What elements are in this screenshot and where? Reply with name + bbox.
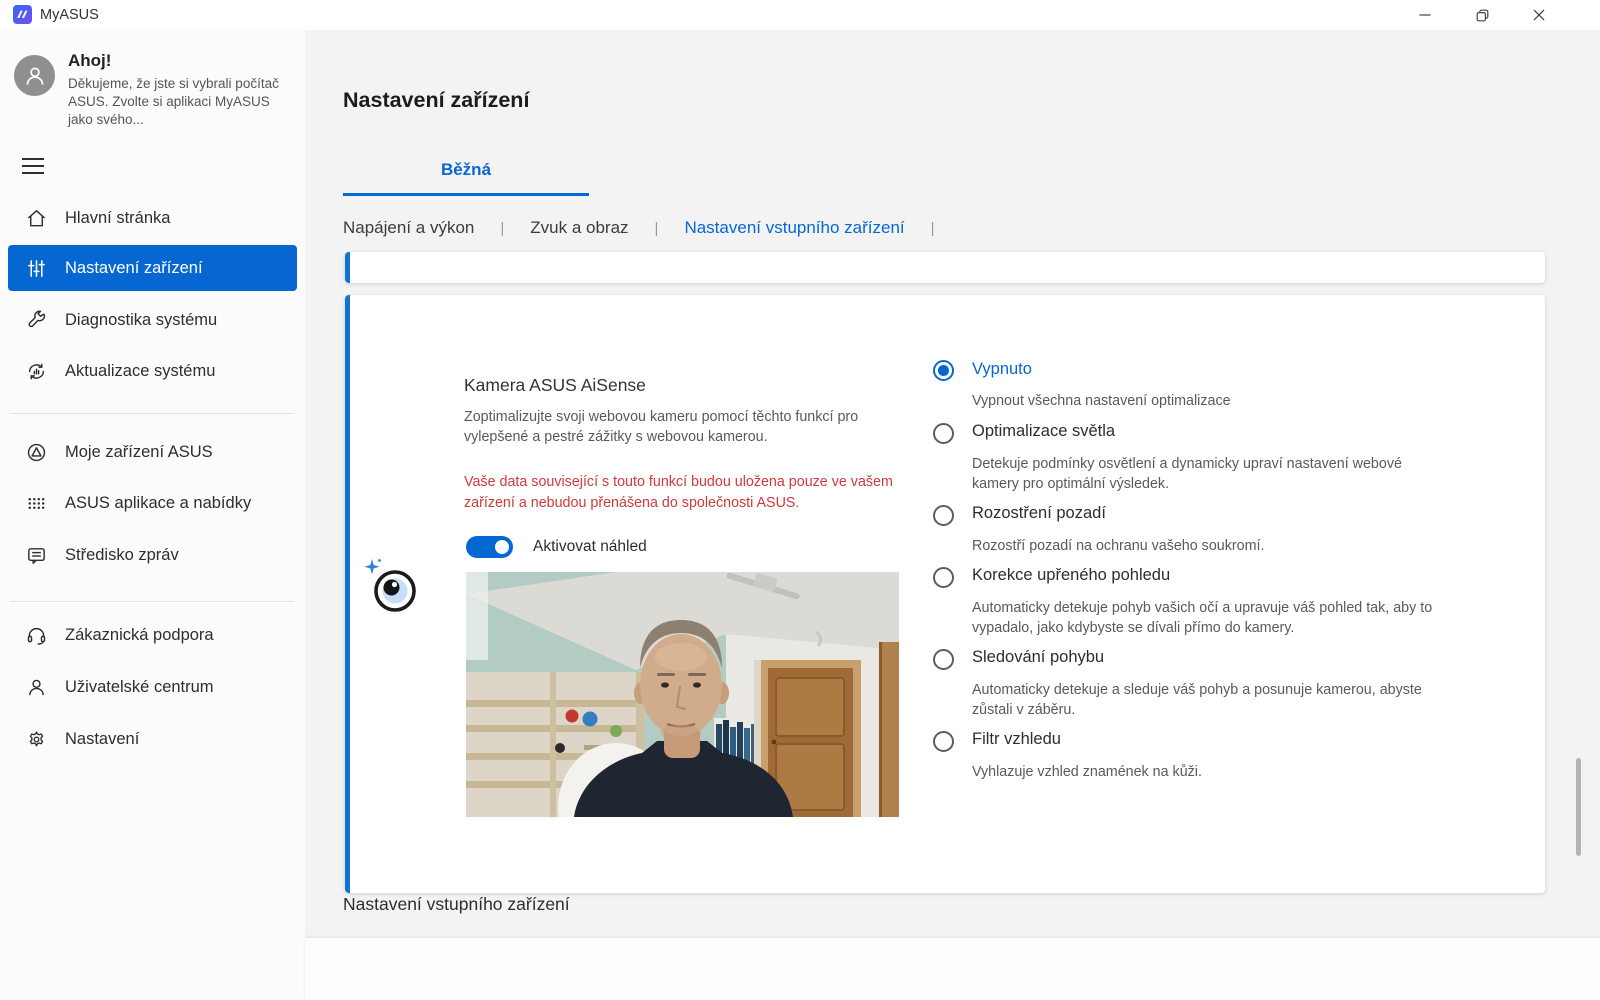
option-label[interactable]: Sledování pohybu [972,648,1104,667]
camera-section-title: Kamera ASUS AiSense [464,375,646,396]
sidebar-item-label: Hlavní stránka [65,209,170,228]
avatar[interactable] [14,55,55,96]
restore-button[interactable] [1459,0,1505,30]
sidebar-item-settings[interactable]: Nastavení [8,717,297,761]
subtab-separator: | [655,220,659,237]
hamburger-icon[interactable] [22,158,46,176]
option-label[interactable]: Korekce upřeného pohledu [972,566,1170,585]
toggle-knob [495,540,509,554]
sidebar-item-update[interactable]: Aktualizace systému [8,349,297,393]
sidebar-item-label: Nastavení [65,730,139,749]
sidebar-item-label: Aktualizace systému [65,362,215,381]
sidebar-item-label: Moje zařízení ASUS [65,443,213,462]
preview-toggle[interactable] [466,536,513,558]
sidebar-item-label: Uživatelské centrum [65,678,214,697]
greeting-text: Děkujeme, že jste si vybrali počítač ASU… [68,75,286,129]
card-partial-top [345,252,1545,283]
headset-icon [25,624,48,647]
card-accent-bar [345,295,350,893]
person-icon [25,676,48,699]
preview-toggle-label: Aktivovat náhled [533,538,647,556]
card-accent-bar [345,252,350,283]
scrollbar-thumb[interactable] [1576,758,1581,856]
option-label[interactable]: Rozostření pozadí [972,504,1106,523]
subtab-separator: | [500,220,504,237]
close-button[interactable] [1516,0,1562,30]
sidebar-item-apps[interactable]: ASUS aplikace a nabídky [8,481,297,525]
window-title: MyASUS [40,7,99,23]
camera-section-description: Zoptimalizujte svoji webovou kameru pomo… [464,407,896,447]
camera-preview [466,572,899,817]
sidebar-item-label: Diagnostika systému [65,311,217,330]
radio-icon[interactable] [933,423,954,444]
option-description: Rozostří pozadí na ochranu vašeho soukro… [972,536,1442,556]
sidebar-item-messages[interactable]: Středisko zpráv [8,533,297,577]
sidebar-divider [10,601,294,602]
sidebar-item-label: Středisko zpráv [65,546,179,565]
option-label[interactable]: Optimalizace světla [972,422,1115,441]
sidebar-item-support[interactable]: Zákaznická podpora [8,613,297,657]
greeting-title: Ahoj! [68,51,111,71]
radio-icon[interactable] [933,505,954,526]
tab-bezna[interactable]: Běžná [343,160,589,180]
radio-icon[interactable] [933,567,954,588]
myasus-logo-icon [13,5,32,24]
sidebar-item-label: ASUS aplikace a nabídky [65,494,251,513]
option-description: Automaticky detekuje pohyb vašich očí a … [972,598,1450,638]
input-device-section-title: Nastavení vstupního zařízení [343,894,570,915]
subtab-sound[interactable]: Zvuk a obraz [530,218,628,238]
option-label[interactable]: Filtr vzhledu [972,730,1061,749]
message-icon [25,544,48,567]
subtab-bar: Napájení a výkon | Zvuk a obraz | Nastav… [343,218,935,238]
option-description: Detekuje podmínky osvětlení a dynamicky … [972,454,1420,494]
option-description: Vypnout všechna nastavení optimalizace [972,391,1442,411]
minimize-button[interactable] [1402,0,1448,30]
sidebar-item-my-devices[interactable]: Moje zařízení ASUS [8,430,297,474]
home-icon [25,207,48,230]
camera-card: Kamera ASUS AiSense Zoptimalizujte svoji… [345,295,1545,893]
option-description: Automaticky detekuje a sleduje váš pohyb… [972,680,1444,720]
wrench-icon [25,309,48,332]
triangle-circle-icon [25,441,48,464]
privacy-warning-text: Vaše data související s touto funkcí bud… [464,472,916,514]
aisense-eye-icon [362,557,424,619]
option-description: Vyhlazuje vzhled znamének na kůži. [972,762,1442,782]
next-card-top [305,938,1600,1000]
titlebar: MyASUS [0,0,1600,30]
sidebar-item-home[interactable]: Hlavní stránka [8,196,297,240]
sliders-icon [25,257,48,280]
gear-icon [25,728,48,751]
radio-selected-icon[interactable] [933,360,954,381]
sidebar: Ahoj! Děkujeme, že jste si vybrali počít… [0,30,305,1000]
subtab-power[interactable]: Napájení a výkon [343,218,474,238]
page-title: Nastavení zařízení [343,88,529,113]
sidebar-item-diagnostics[interactable]: Diagnostika systému [8,298,297,342]
radio-icon[interactable] [933,649,954,670]
sidebar-item-label: Zákaznická podpora [65,626,214,645]
sidebar-divider [10,413,294,414]
dot-grid-icon [25,492,48,515]
sidebar-item-label: Nastavení zařízení [65,259,203,278]
option-label[interactable]: Vypnuto [972,360,1032,379]
subtab-input-device[interactable]: Nastavení vstupního zařízení [684,218,904,238]
tab-underline [343,193,589,196]
myasus-window: MyASUS Ahoj! Děkujeme, že jste si vybral… [0,0,1600,1000]
radio-icon[interactable] [933,731,954,752]
update-icon [25,360,48,383]
subtab-separator: | [931,220,935,237]
sidebar-item-user-center[interactable]: Uživatelské centrum [8,665,297,709]
sidebar-item-device-settings[interactable]: Nastavení zařízení [8,245,297,291]
